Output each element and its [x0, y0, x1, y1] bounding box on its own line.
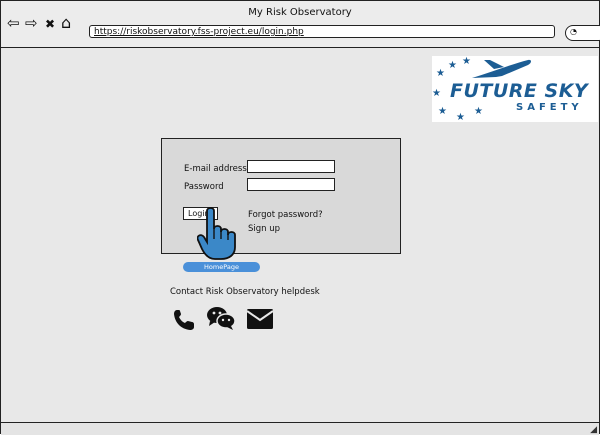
- phone-icon[interactable]: [172, 308, 196, 332]
- status-bar: ◢: [1, 422, 599, 435]
- forgot-password-link[interactable]: Forgot password?: [248, 210, 323, 220]
- browser-toolbar: My Risk Observatory ⇦ ⇨ ✖ ⌂ https://risk…: [1, 1, 600, 48]
- mail-icon[interactable]: [246, 308, 274, 330]
- svg-text:★: ★: [438, 106, 447, 117]
- svg-text:★: ★: [474, 106, 483, 117]
- hand-cursor-icon: [197, 207, 236, 260]
- email-field[interactable]: [247, 160, 335, 173]
- home-icon[interactable]: ⌂: [61, 15, 71, 31]
- address-bar[interactable]: https://riskobservatory.fss-project.eu/l…: [89, 25, 555, 38]
- wechat-icon[interactable]: [206, 305, 236, 331]
- email-label: E-mail address: [184, 164, 247, 174]
- sign-up-link[interactable]: Sign up: [248, 224, 280, 234]
- logo-sub-text: SAFETY: [516, 102, 583, 113]
- search-icon: ◔: [570, 27, 577, 36]
- search-box[interactable]: ◔: [565, 25, 600, 41]
- svg-text:★: ★: [448, 60, 457, 71]
- svg-text:★: ★: [432, 88, 441, 99]
- url-text: https://riskobservatory.fss-project.eu/l…: [94, 27, 304, 37]
- window-title: My Risk Observatory: [248, 7, 352, 18]
- svg-text:★: ★: [462, 56, 471, 67]
- future-sky-safety-logo: ★ ★ ★ ★ ★ ★ ★ FUTURE SKY SAFETY: [432, 56, 598, 122]
- stop-icon[interactable]: ✖: [45, 17, 55, 32]
- password-field[interactable]: [247, 178, 335, 191]
- forward-icon[interactable]: ⇨: [25, 16, 38, 31]
- back-icon[interactable]: ⇦: [7, 16, 20, 31]
- svg-text:★: ★: [436, 68, 445, 79]
- svg-text:★: ★: [456, 112, 465, 122]
- helpdesk-title: Contact Risk Observatory helpdesk: [170, 287, 320, 297]
- logo-main-text: FUTURE SKY: [450, 80, 589, 102]
- homepage-button[interactable]: HomePage: [183, 262, 260, 272]
- password-label: Password: [184, 182, 224, 192]
